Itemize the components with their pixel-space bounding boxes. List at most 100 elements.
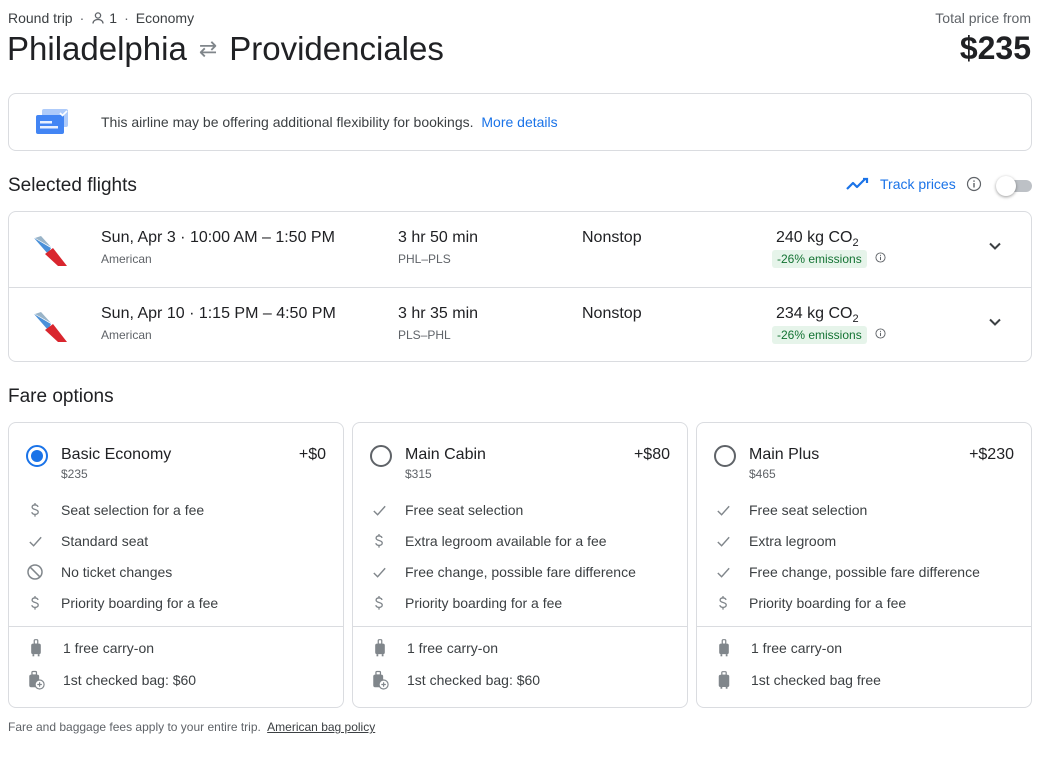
total-price: $235 xyxy=(959,30,1031,66)
fare-header[interactable]: Main Cabin $315 +$80 xyxy=(353,423,687,483)
emissions-badge: -26% emissions xyxy=(772,326,867,344)
destination-city: Providenciales xyxy=(229,30,444,67)
bag-policy-link[interactable]: American bag policy xyxy=(267,720,375,734)
baggage-text: 1st checked bag: $60 xyxy=(63,672,197,688)
fare-feature: Seat selection for a fee xyxy=(9,498,343,522)
baggage-item: 1 free carry-on xyxy=(353,636,687,660)
cabin-class[interactable]: Economy xyxy=(136,10,194,26)
trip-type[interactable]: Round trip xyxy=(8,10,73,26)
co2-amount: 240 kg CO xyxy=(776,229,853,246)
fare-card[interactable]: Basic Economy $235 +$0 Seat selection for a… xyxy=(8,422,344,708)
checked-bag-fee-icon xyxy=(353,670,407,690)
fare-feature-text: Extra legroom available for a fee xyxy=(405,533,607,549)
baggage-text: 1st checked bag: $60 xyxy=(407,672,541,688)
fare-feature-text: No ticket changes xyxy=(61,564,173,580)
dollar-icon xyxy=(353,532,405,550)
emissions-info: -26% emissions xyxy=(772,326,886,344)
fare-feature-text: Priority boarding for a fee xyxy=(61,595,219,611)
fare-feature: Extra legroom xyxy=(697,529,1031,553)
no-icon xyxy=(9,563,61,581)
swap-arrows-icon: ⇄ xyxy=(198,36,218,61)
more-details-link[interactable]: More details xyxy=(481,114,557,130)
flight-co2: 240 kg CO2 xyxy=(776,229,859,249)
co2-subscript: 2 xyxy=(852,313,859,326)
flight-co2: 234 kg CO2 xyxy=(776,305,859,325)
baggage-text: 1 free carry-on xyxy=(751,640,843,656)
track-prices-label[interactable]: Track prices xyxy=(880,176,956,192)
separator: · xyxy=(79,10,85,26)
flight-airline: American xyxy=(101,252,152,266)
fare-card[interactable]: Main Cabin $315 +$80 Free seat selection Ext… xyxy=(352,422,688,708)
fare-feature: Standard seat xyxy=(9,529,343,553)
flight-airports: PHL–PLS xyxy=(398,252,451,266)
carry-on-icon xyxy=(697,638,751,658)
baggage-item: 1 free carry-on xyxy=(697,636,1031,660)
fare-radio[interactable] xyxy=(370,445,392,467)
fare-radio[interactable] xyxy=(26,445,48,467)
flight-stops: Nonstop xyxy=(582,229,642,246)
passenger-count: 1 xyxy=(109,10,118,26)
co2-amount: 234 kg CO xyxy=(776,305,853,322)
fare-radio[interactable] xyxy=(714,445,736,467)
fare-price-delta: +$230 xyxy=(969,446,1014,463)
fare-feature-text: Seat selection for a fee xyxy=(61,502,205,518)
passenger-selector[interactable]: 1 xyxy=(91,10,117,26)
toggle-knob xyxy=(996,176,1016,196)
flight-row[interactable]: Sun, Apr 3 · 10:00 AM – 1:50 PM American 3… xyxy=(9,212,1031,287)
fare-name: Main Plus xyxy=(749,446,820,463)
fare-feature: Extra legroom available for a fee xyxy=(353,529,687,553)
fare-header[interactable]: Basic Economy $235 +$0 xyxy=(9,423,343,483)
carry-on-icon xyxy=(353,638,407,658)
fees-footnote-text: Fare and baggage fees apply to your enti… xyxy=(8,720,261,734)
track-prices[interactable]: Track prices xyxy=(846,176,982,192)
fare-options-heading: Fare options xyxy=(8,386,114,407)
fare-feature: Free change, possible fare difference xyxy=(697,560,1031,584)
fare-header[interactable]: Main Plus $465 +$230 xyxy=(697,423,1031,483)
trending-icon xyxy=(846,177,869,190)
baggage-item: 1st checked bag: $60 xyxy=(9,668,343,692)
divider xyxy=(9,626,343,627)
divider xyxy=(353,626,687,627)
info-icon[interactable] xyxy=(875,252,886,266)
fare-feature: Priority boarding for a fee xyxy=(697,591,1031,615)
emissions-badge: -26% emissions xyxy=(772,250,867,268)
fare-feature-text: Free seat selection xyxy=(405,502,524,518)
dollar-icon xyxy=(697,594,749,612)
american-airlines-logo-icon xyxy=(31,306,71,346)
separator: · xyxy=(124,10,129,26)
co2-subscript: 2 xyxy=(852,237,859,250)
banner-text: This airline may be offering additional … xyxy=(101,114,474,130)
fare-feature: Priority boarding for a fee xyxy=(353,591,687,615)
fare-feature-text: Extra legroom xyxy=(749,533,837,549)
chevron-down-icon[interactable] xyxy=(985,312,1005,332)
dollar-icon xyxy=(9,594,61,612)
carry-on-icon xyxy=(9,638,63,658)
check-icon xyxy=(697,564,749,581)
checked-bag-icon xyxy=(697,670,751,690)
baggage-text: 1 free carry-on xyxy=(63,640,155,656)
fare-price-delta: +$80 xyxy=(633,446,670,463)
flexibility-banner: This airline may be offering additional … xyxy=(8,93,1032,151)
fare-card[interactable]: Main Plus $465 +$230 Free seat selection Ext… xyxy=(696,422,1032,708)
baggage-text: 1 free carry-on xyxy=(407,640,499,656)
selected-flights-heading: Selected flights xyxy=(8,175,137,196)
american-airlines-logo-icon xyxy=(31,230,71,270)
fare-name: Main Cabin xyxy=(405,446,486,463)
info-icon[interactable] xyxy=(875,328,886,342)
dollar-icon xyxy=(9,501,61,519)
baggage-text: 1st checked bag free xyxy=(751,672,881,688)
flight-row[interactable]: Sun, Apr 10 · 1:15 PM – 4:50 PM American 3… xyxy=(9,287,1031,362)
check-icon xyxy=(697,502,749,519)
fees-footnote: Fare and baggage fees apply to your enti… xyxy=(8,720,375,734)
selected-flights-list: Sun, Apr 3 · 10:00 AM – 1:50 PM American 3… xyxy=(8,211,1032,362)
fare-feature-text: Priority boarding for a fee xyxy=(405,595,563,611)
divider xyxy=(697,626,1031,627)
flight-date-time: Sun, Apr 3 · 10:00 AM – 1:50 PM xyxy=(101,229,335,246)
fare-name: Basic Economy xyxy=(61,446,172,463)
ticket-flex-icon xyxy=(36,109,68,134)
fare-feature-text: Standard seat xyxy=(61,533,149,549)
info-icon[interactable] xyxy=(966,176,982,192)
chevron-down-icon[interactable] xyxy=(985,236,1005,256)
track-prices-toggle[interactable] xyxy=(996,176,1032,196)
baggage-item: 1st checked bag free xyxy=(697,668,1031,692)
